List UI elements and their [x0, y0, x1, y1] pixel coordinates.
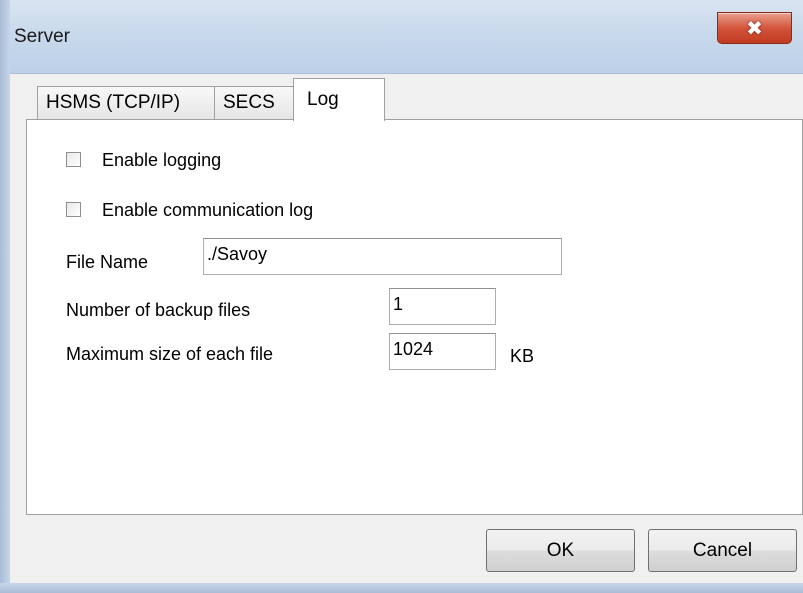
close-icon: ✖: [746, 16, 763, 40]
enable-comm-log-label: Enable communication log: [102, 200, 314, 220]
window-bottom-border: [0, 583, 803, 593]
window-title: Server: [14, 26, 70, 47]
backup-files-label: Number of backup files: [66, 300, 251, 320]
max-size-unit: KB: [510, 346, 535, 366]
tab-secs[interactable]: SECS: [215, 86, 297, 120]
dialog-client-area: HSMS (TCP/IP) SECS Log Enable logging En…: [10, 74, 803, 593]
cancel-button[interactable]: Cancel: [648, 529, 797, 572]
max-size-input[interactable]: 1024: [389, 333, 496, 370]
tab-hsms-label: HSMS (TCP/IP): [46, 92, 181, 113]
close-button[interactable]: ✖: [717, 12, 792, 44]
enable-comm-log-checkbox[interactable]: [66, 202, 81, 217]
tab-hsms[interactable]: HSMS (TCP/IP): [37, 86, 215, 120]
enable-logging-checkbox[interactable]: [66, 152, 81, 167]
max-size-label: Maximum size of each file: [66, 344, 274, 364]
server-dialog: Server ✖ HSMS (TCP/IP) SECS Log Enable l…: [0, 0, 803, 593]
enable-logging-label: Enable logging: [102, 150, 222, 170]
ok-button-label: OK: [546, 539, 575, 561]
ok-button[interactable]: OK: [486, 529, 635, 572]
file-name-label: File Name: [66, 252, 149, 272]
tab-secs-label: SECS: [223, 92, 275, 113]
file-name-input[interactable]: ./Savoy: [203, 238, 562, 275]
tab-log-label: Log: [307, 89, 339, 110]
title-bar[interactable]: Server ✖: [0, 0, 803, 74]
tab-log[interactable]: Log: [293, 78, 385, 121]
window-left-border: [0, 0, 10, 593]
backup-files-input[interactable]: 1: [389, 288, 496, 325]
cancel-button-label: Cancel: [692, 539, 753, 561]
